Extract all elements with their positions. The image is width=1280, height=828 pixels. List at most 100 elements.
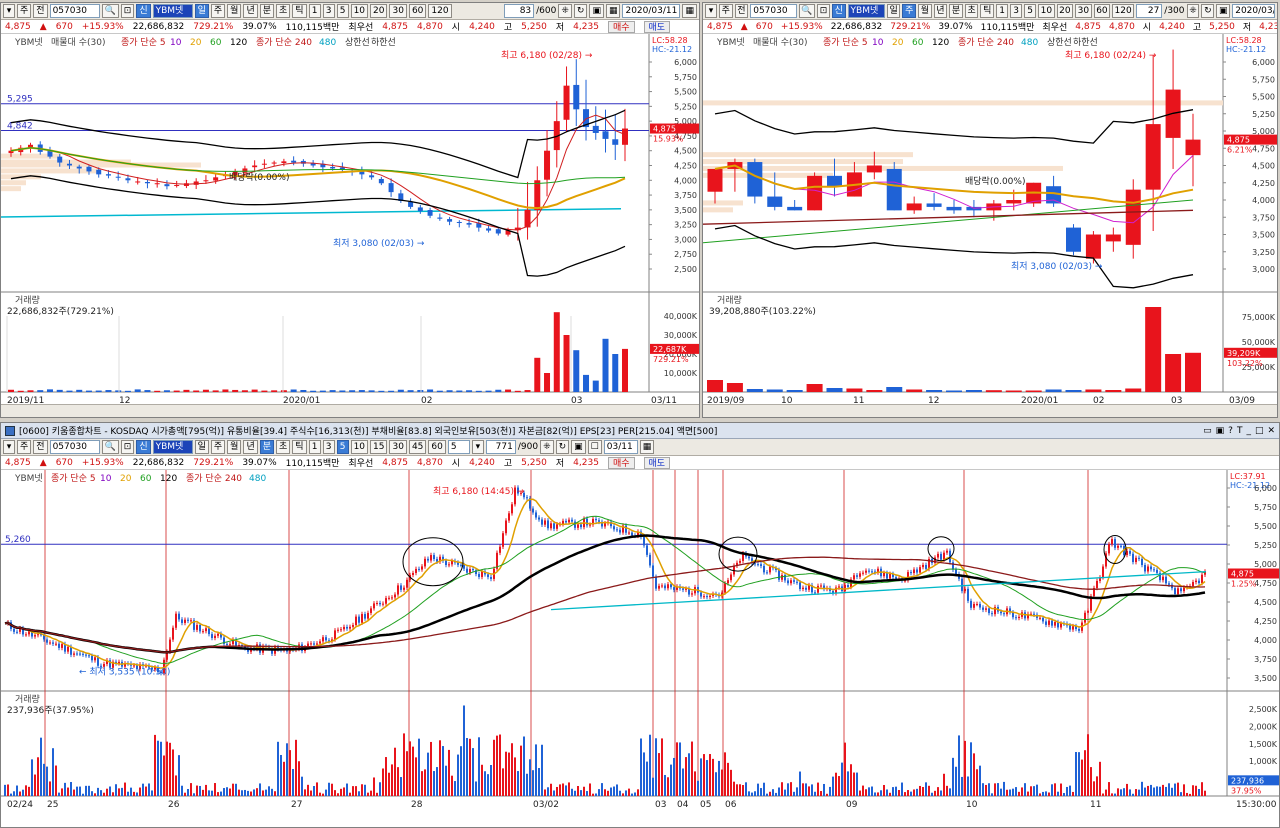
minute-5[interactable]: 5: [336, 440, 349, 454]
minute-5[interactable]: 5: [336, 4, 349, 18]
save-icon[interactable]: ▣: [589, 4, 604, 18]
pin-icon[interactable]: T: [1237, 426, 1243, 436]
weekly-chart-svg[interactable]: YBM넷 매물대 수(30) 종가 단순 5 10 20 60 120 종가 단순 240 48…: [703, 34, 1278, 418]
minute-60[interactable]: 60: [1093, 4, 1111, 18]
minimize2-icon[interactable]: _: [1246, 426, 1251, 436]
menu-icon[interactable]: ▾: [705, 4, 717, 18]
minute-15[interactable]: 15: [370, 440, 388, 454]
checkbox-icon[interactable]: ☐: [587, 440, 602, 454]
minute-10[interactable]: 10: [350, 440, 369, 454]
period-second[interactable]: 초: [276, 440, 291, 454]
period-year[interactable]: 년: [243, 4, 258, 18]
daily-scrollbar[interactable]: [1, 404, 699, 417]
stock-type-button[interactable]: 주: [17, 4, 32, 18]
search-icon[interactable]: 🔍: [798, 4, 815, 18]
period-month[interactable]: 월: [918, 4, 932, 18]
search-icon[interactable]: 🔍: [101, 4, 119, 18]
minute-3[interactable]: 3: [1010, 4, 1023, 18]
minute-20[interactable]: 20: [370, 4, 388, 18]
close-icon[interactable]: ✕: [1267, 426, 1275, 436]
period-second[interactable]: 초: [964, 4, 979, 18]
period-month[interactable]: 월: [227, 4, 242, 18]
weekly-scrollbar[interactable]: [703, 404, 1277, 417]
period-week[interactable]: 주: [210, 4, 226, 18]
daily-chart-svg[interactable]: YBM넷 매물대 수(30) 종가 단순 5 10 20 60 120 종가 단순 240 48…: [1, 34, 700, 418]
prev-button[interactable]: 전: [33, 4, 48, 18]
stock-name-input[interactable]: YBM넷: [152, 440, 193, 454]
count-input[interactable]: 771: [485, 440, 516, 454]
period-day[interactable]: 일: [886, 4, 901, 18]
new-button[interactable]: 신: [136, 4, 151, 18]
date-input[interactable]: 03/11: [603, 440, 638, 454]
period-year[interactable]: 년: [933, 4, 948, 18]
refresh-icon[interactable]: ↻: [1201, 4, 1215, 18]
minute-120[interactable]: 120: [428, 4, 452, 18]
stock-type-button[interactable]: 주: [719, 4, 733, 18]
minute-60[interactable]: 60: [408, 4, 427, 18]
period-year[interactable]: 년: [243, 440, 258, 454]
minute-30[interactable]: 30: [1075, 4, 1092, 18]
period-month[interactable]: 월: [227, 440, 242, 454]
minute-3[interactable]: 3: [322, 440, 335, 454]
stock-type-button[interactable]: 주: [17, 440, 32, 454]
new-button[interactable]: 신: [136, 440, 151, 454]
minute-5[interactable]: 5: [1024, 4, 1037, 18]
help-icon[interactable]: ?: [1228, 426, 1233, 436]
refresh-icon[interactable]: ↻: [573, 4, 588, 18]
minute-30[interactable]: 30: [389, 4, 407, 18]
minute-10[interactable]: 10: [1038, 4, 1055, 18]
period-day[interactable]: 일: [194, 4, 209, 18]
crosshair-icon[interactable]: ⁜: [1186, 4, 1200, 18]
period-week[interactable]: 주: [902, 4, 917, 18]
prev-button[interactable]: 전: [734, 4, 749, 18]
maximize-icon[interactable]: □: [1255, 426, 1264, 436]
stock-name-input[interactable]: YBM넷: [152, 4, 193, 18]
restore-icon[interactable]: ▭: [1203, 426, 1212, 436]
sell-button[interactable]: 매도: [643, 456, 671, 469]
search-icon[interactable]: 🔍: [101, 440, 119, 454]
lock-icon[interactable]: ⊡: [120, 4, 135, 18]
code-input[interactable]: 057030: [750, 4, 797, 18]
date-input[interactable]: 2020/03/09: [1232, 4, 1275, 18]
period-minute[interactable]: 분: [259, 4, 275, 18]
minute-1[interactable]: 1: [308, 440, 321, 454]
period-minute[interactable]: 분: [949, 4, 963, 18]
minute-1[interactable]: 1: [308, 4, 321, 18]
minute-20[interactable]: 20: [1056, 4, 1074, 18]
menu-icon[interactable]: ▾: [3, 4, 15, 18]
buy-button[interactable]: 매수: [607, 20, 635, 33]
sell-button[interactable]: 매도: [643, 20, 671, 33]
period-tick[interactable]: 틱: [980, 4, 995, 18]
minute-45[interactable]: 45: [408, 440, 427, 454]
minute-120[interactable]: 120: [1112, 4, 1134, 18]
minute-1[interactable]: 1: [996, 4, 1009, 18]
minute-chart-svg[interactable]: YBM넷 종가 단순 5 10 20 60 120 종가 단순 240 480 LC:37.91…: [1, 470, 1280, 828]
minimize-icon[interactable]: ▣: [1216, 426, 1225, 436]
period-tick[interactable]: 틱: [292, 4, 307, 18]
minute-10[interactable]: 10: [350, 4, 369, 18]
stock-name-input[interactable]: YBM넷: [847, 4, 885, 18]
minute-3[interactable]: 3: [322, 4, 335, 18]
minute-30[interactable]: 30: [389, 440, 407, 454]
period-week[interactable]: 주: [210, 440, 226, 454]
buy-button[interactable]: 매수: [607, 456, 635, 469]
count-input[interactable]: 27: [1136, 4, 1163, 18]
menu-icon[interactable]: ▾: [3, 440, 15, 454]
dropdown-icon[interactable]: ▾: [471, 440, 484, 454]
period-tick[interactable]: 틱: [292, 440, 307, 454]
lock-icon[interactable]: ⊡: [816, 4, 830, 18]
calendar-icon[interactable]: ▦: [605, 4, 621, 18]
minute-select[interactable]: 5: [447, 440, 470, 454]
lock-icon[interactable]: ⊡: [120, 440, 135, 454]
new-button[interactable]: 신: [831, 4, 846, 18]
period-minute[interactable]: 분: [259, 440, 275, 454]
refresh-icon[interactable]: ↻: [555, 440, 570, 454]
calendar-picker-icon[interactable]: ▦: [682, 4, 697, 18]
code-input[interactable]: 057030: [49, 4, 100, 18]
minute-60[interactable]: 60: [428, 440, 446, 454]
date-input[interactable]: 2020/03/11: [622, 4, 681, 18]
period-second[interactable]: 초: [276, 4, 291, 18]
code-input[interactable]: 057030: [49, 440, 100, 454]
save-icon[interactable]: ▣: [1216, 4, 1231, 18]
save-icon[interactable]: ▣: [571, 440, 586, 454]
